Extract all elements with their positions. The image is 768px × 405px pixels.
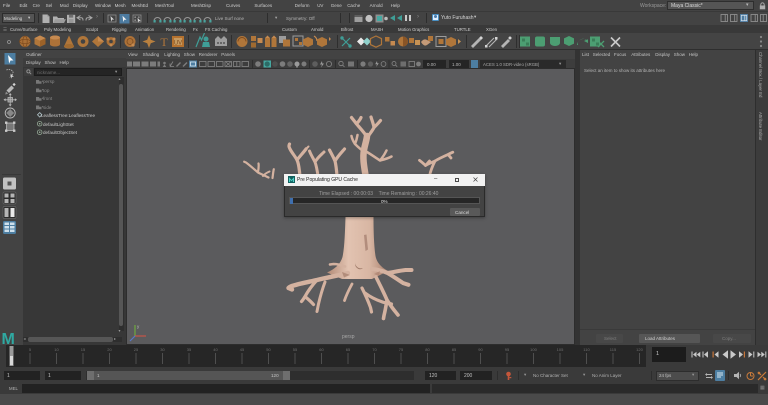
svg-text:25: 25 — [134, 347, 139, 352]
svg-text:5: 5 — [29, 347, 32, 352]
svg-text:95: 95 — [505, 347, 510, 352]
svg-text:UV: UV — [174, 41, 182, 47]
svg-text:20: 20 — [107, 347, 112, 352]
svg-text:60: 60 — [319, 347, 324, 352]
svg-text:30: 30 — [160, 347, 165, 352]
svg-text:110: 110 — [583, 347, 590, 352]
svg-text:65: 65 — [346, 347, 351, 352]
svg-text:105: 105 — [557, 347, 564, 352]
svg-text:100: 100 — [530, 347, 537, 352]
svg-text:115: 115 — [610, 347, 617, 352]
svg-text:90: 90 — [478, 347, 483, 352]
svg-text:M: M — [2, 331, 15, 345]
svg-text:55: 55 — [293, 347, 298, 352]
svg-text:45: 45 — [240, 347, 245, 352]
svg-text:85: 85 — [452, 347, 457, 352]
svg-text:10: 10 — [54, 347, 59, 352]
svg-text:75: 75 — [399, 347, 404, 352]
svg-text:70: 70 — [372, 347, 377, 352]
svg-text:120: 120 — [636, 347, 643, 352]
svg-text:35: 35 — [187, 347, 192, 352]
svg-text:50: 50 — [266, 347, 271, 352]
svg-text:15: 15 — [81, 347, 86, 352]
svg-text:y: y — [137, 324, 140, 329]
svg-text:80: 80 — [425, 347, 430, 352]
svg-text:T: T — [160, 35, 168, 49]
svg-text:40: 40 — [213, 347, 218, 352]
